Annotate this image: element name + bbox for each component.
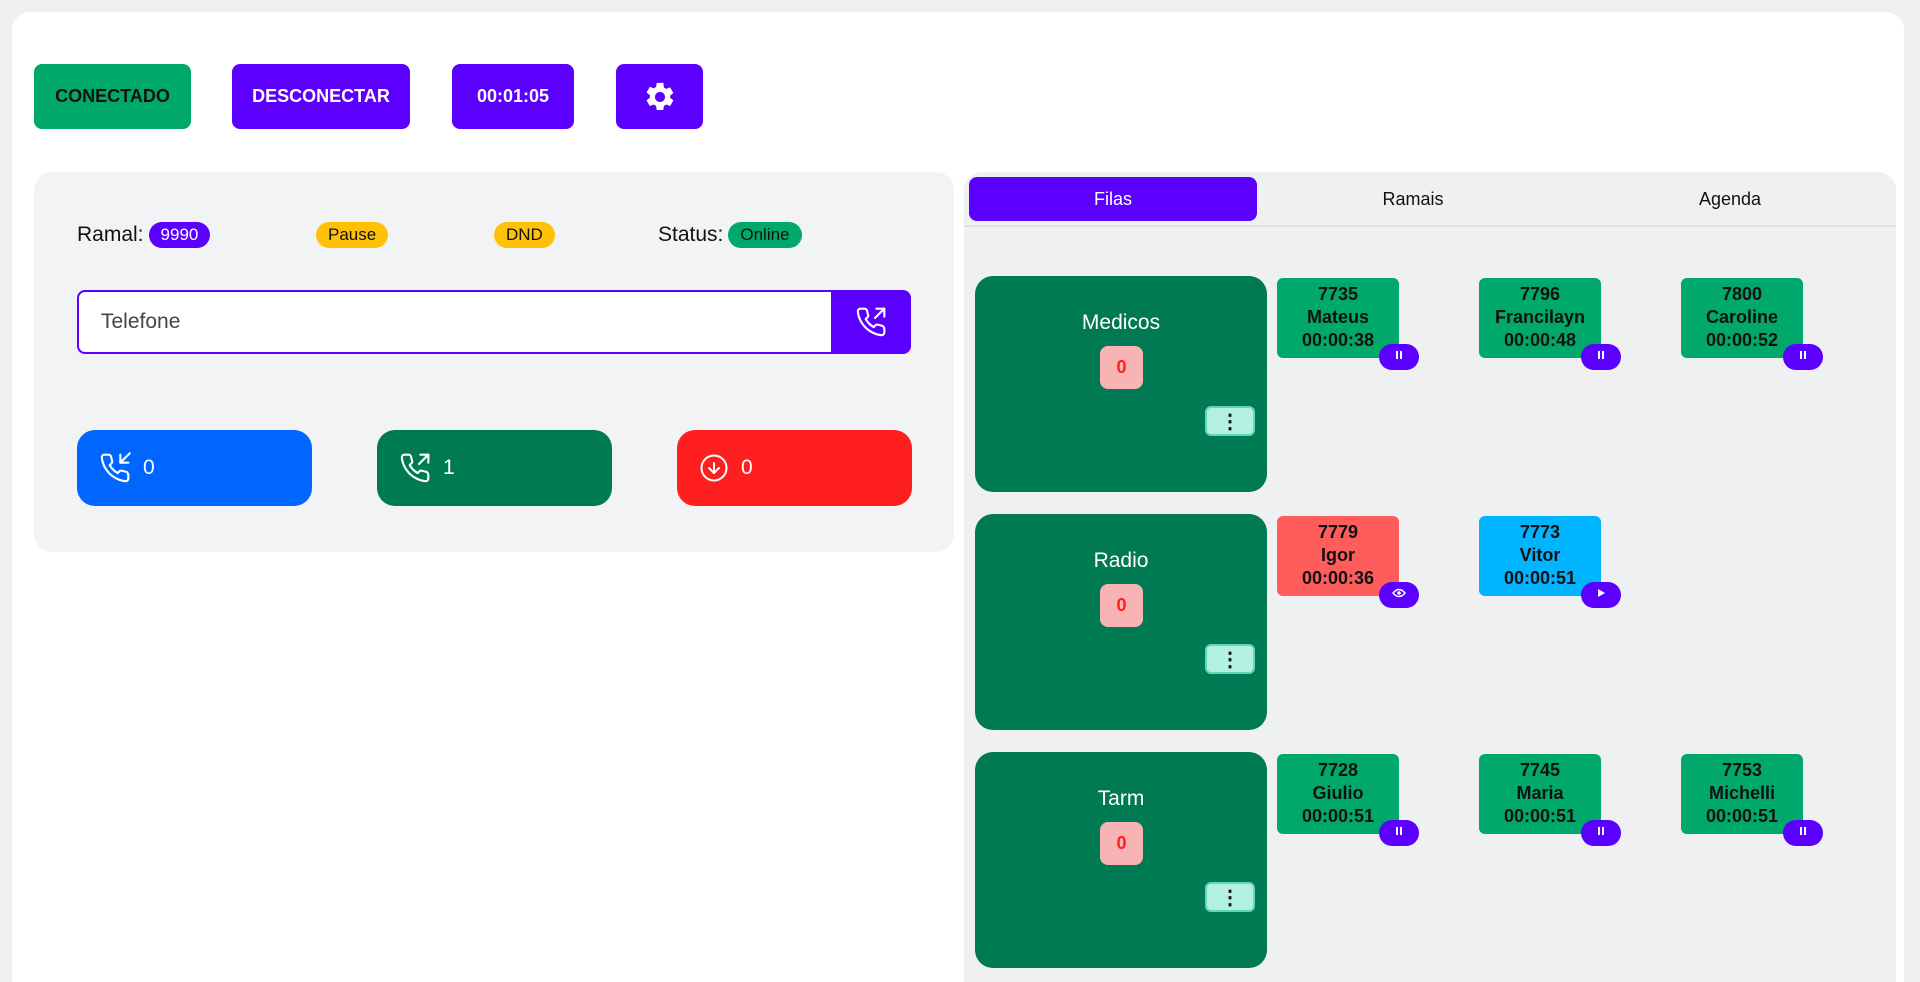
arrow-down-circle-icon [700, 454, 728, 482]
agent-action-button[interactable] [1379, 582, 1419, 608]
dnd-badge[interactable]: DND [494, 222, 555, 248]
agent-card[interactable]: 7779 Igor 00:00:36 [1277, 516, 1419, 608]
phone-outgoing-icon [856, 307, 886, 337]
queue-menu-button[interactable]: ⋮ [1205, 882, 1255, 912]
agent-action-button[interactable] [1379, 820, 1419, 846]
agent-name: Vitor [1519, 545, 1561, 565]
status-info: Status: Online [658, 220, 802, 250]
agent-card[interactable]: 7796 Francilayn 00:00:48 [1479, 278, 1621, 370]
page-container: CONECTADO DESCONECTAR 00:01:05 Ramal: 99… [12, 12, 1904, 982]
disconnect-button[interactable]: DESCONECTAR [232, 64, 410, 129]
queue-waiting-count: 0 [1100, 822, 1143, 865]
agent-extension: 7753 [1721, 760, 1763, 780]
status-row: Ramal: 9990 Pause DND Status: Online [34, 220, 954, 250]
agent-card[interactable]: 7753 Michelli 00:00:51 [1681, 754, 1823, 846]
incoming-count: 0 [143, 456, 155, 479]
queue-menu-button[interactable]: ⋮ [1205, 406, 1255, 436]
queue-name: Tarm [1097, 787, 1145, 810]
queue-menu-button[interactable]: ⋮ [1205, 644, 1255, 674]
pause-item[interactable]: Pause [316, 220, 389, 250]
agent-action-button[interactable] [1581, 344, 1621, 370]
phone-field-group [77, 290, 911, 354]
pause-icon [1596, 822, 1606, 845]
ramal-badge: 9990 [148, 222, 211, 248]
queue-waiting-count: 0 [1100, 584, 1143, 627]
agent-extension: 7773 [1519, 522, 1561, 542]
outgoing-count: 1 [443, 456, 455, 479]
call-button[interactable] [831, 290, 911, 354]
queue-card[interactable]: Tarm 0 ⋮ [975, 752, 1267, 968]
missed-calls-button[interactable]: 0 [677, 430, 912, 506]
dnd-item[interactable]: DND [494, 220, 555, 250]
tab-bar: Filas Ramais Agenda [964, 172, 1896, 227]
more-vertical-icon: ⋮ [1220, 410, 1240, 433]
agent-action-button[interactable] [1783, 344, 1823, 370]
agent-name: Igor [1321, 545, 1355, 565]
tab-agenda[interactable]: Agenda [1572, 177, 1888, 221]
gear-icon [646, 82, 673, 110]
pause-badge[interactable]: Pause [316, 222, 389, 248]
phone-outgoing-icon [400, 453, 430, 483]
agent-card[interactable]: 7728 Giulio 00:00:51 [1277, 754, 1419, 846]
phone-input[interactable] [77, 290, 831, 354]
agent-name: Francilayn [1494, 307, 1586, 327]
agent-action-button[interactable] [1581, 582, 1621, 608]
queue-waiting-count: 0 [1100, 346, 1143, 389]
agent-name: Maria [1516, 783, 1564, 803]
pause-icon [1394, 822, 1404, 845]
agent-name: Giulio [1312, 783, 1364, 803]
pause-icon [1394, 346, 1404, 369]
queue-card[interactable]: Medicos 0 ⋮ [975, 276, 1267, 492]
eye-icon [1392, 584, 1406, 607]
play-icon [1596, 584, 1606, 607]
agent-action-button[interactable] [1581, 820, 1621, 846]
tab-ramais[interactable]: Ramais [1264, 177, 1562, 221]
pause-icon [1798, 822, 1808, 845]
agent-card[interactable]: 7800 Caroline 00:00:52 [1681, 278, 1823, 370]
pause-icon [1596, 346, 1606, 369]
agent-action-button[interactable] [1783, 820, 1823, 846]
incoming-calls-button[interactable]: 0 [77, 430, 312, 506]
settings-button[interactable] [616, 64, 703, 129]
outgoing-calls-button[interactable]: 1 [377, 430, 612, 506]
agent-extension: 7745 [1519, 760, 1561, 780]
queue-card[interactable]: Radio 0 ⋮ [975, 514, 1267, 730]
phone-incoming-icon [100, 452, 131, 483]
agent-name: Michelli [1708, 783, 1775, 803]
agent-extension: 7735 [1317, 284, 1359, 304]
ramal-label: Ramal: [77, 223, 144, 246]
call-timer: 00:01:05 [452, 64, 574, 129]
more-vertical-icon: ⋮ [1220, 886, 1240, 909]
agent-extension: 7796 [1519, 284, 1561, 304]
pause-icon [1798, 346, 1808, 369]
queue-name: Medicos [1081, 311, 1161, 334]
queues-panel: Filas Ramais Agenda Medicos 0 ⋮ 7735 Mateus 0… [964, 172, 1896, 982]
agent-card[interactable]: 7745 Maria 00:00:51 [1479, 754, 1621, 846]
status-badge: Online [728, 222, 802, 248]
missed-count: 0 [741, 456, 753, 479]
dialer-panel: Ramal: 9990 Pause DND Status: Online Tel… [34, 172, 954, 552]
queue-name: Radio [1093, 549, 1149, 572]
ramal-info: Ramal: 9990 [77, 220, 211, 250]
status-label: Status: [658, 223, 724, 246]
agent-card[interactable]: 7735 Mateus 00:00:38 [1277, 278, 1419, 370]
agent-extension: 7728 [1317, 760, 1359, 780]
agent-action-button[interactable] [1379, 344, 1419, 370]
more-vertical-icon: ⋮ [1220, 648, 1240, 671]
agent-name: Caroline [1705, 307, 1779, 327]
tab-filas[interactable]: Filas [969, 177, 1257, 221]
connected-button[interactable]: CONECTADO [34, 64, 191, 129]
agent-extension: 7800 [1721, 284, 1763, 304]
agent-extension: 7779 [1317, 522, 1359, 542]
agent-card[interactable]: 7773 Vitor 00:00:51 [1479, 516, 1621, 608]
agent-name: Mateus [1306, 307, 1369, 327]
